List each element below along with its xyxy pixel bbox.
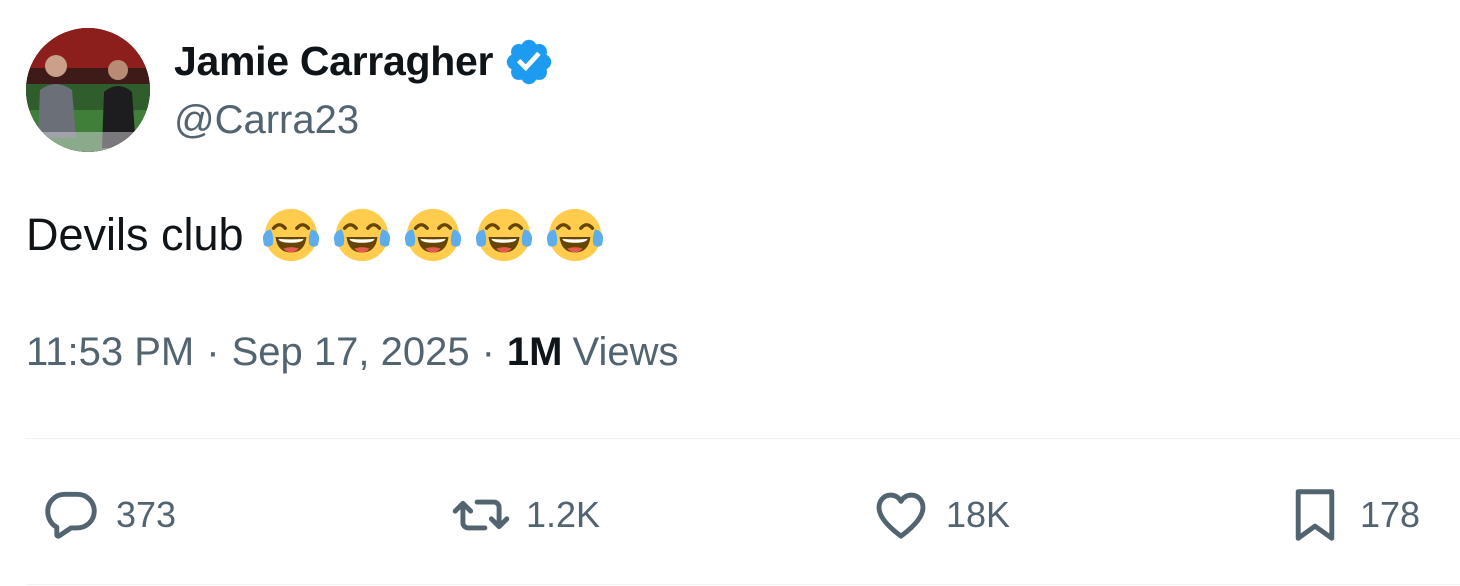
face-with-tears-of-joy-emoji-icon — [404, 208, 461, 262]
reply-icon — [45, 491, 97, 539]
retweet-count: 1.2K — [526, 494, 601, 535]
divider — [26, 584, 1460, 585]
tweet-meta: 11:53 PM · Sep 17, 2025 · 1M Views — [26, 330, 678, 375]
face-with-tears-of-joy-emoji-icon — [546, 208, 603, 262]
tweet-date[interactable]: Sep 17, 2025 — [232, 330, 470, 375]
retweet-button[interactable]: 1.2K — [450, 480, 600, 550]
face-with-tears-of-joy-emoji-icon — [475, 208, 532, 262]
bookmark-icon — [1295, 489, 1335, 541]
views-count: 1M — [506, 330, 563, 374]
tweet-card: Jamie Carragher @Carra23 Devils club 11:… — [0, 0, 1460, 586]
divider — [26, 438, 1460, 439]
meta-separator: · — [481, 330, 495, 374]
heart-icon — [876, 492, 926, 539]
avatar-photo — [26, 28, 150, 152]
meta-separator: · — [206, 330, 220, 374]
tweet-text: Devils club — [26, 204, 606, 266]
author-handle[interactable]: @Carra23 — [174, 98, 359, 143]
avatar[interactable] — [26, 28, 150, 152]
like-count: 18K — [946, 494, 1011, 535]
face-with-tears-of-joy-emoji-icon — [262, 208, 319, 262]
retweet-icon — [452, 499, 510, 531]
tweet-text-body: Devils club — [26, 209, 244, 260]
author-display-name[interactable]: Jamie Carragher — [174, 38, 493, 85]
like-button[interactable]: 18K — [870, 480, 1010, 550]
verified-badge-icon — [506, 39, 552, 85]
bookmark-count: 178 — [1360, 494, 1421, 535]
reply-count: 373 — [116, 494, 177, 535]
face-with-tears-of-joy-emoji-icon — [333, 208, 390, 262]
views-label: Views — [572, 330, 679, 374]
author-name-row[interactable]: Jamie Carragher — [174, 34, 555, 88]
bookmark-button[interactable]: 178 — [1284, 480, 1420, 550]
tweet-time[interactable]: 11:53 PM — [26, 330, 194, 375]
emoji-row — [260, 204, 606, 266]
reply-button[interactable]: 373 — [40, 480, 176, 550]
